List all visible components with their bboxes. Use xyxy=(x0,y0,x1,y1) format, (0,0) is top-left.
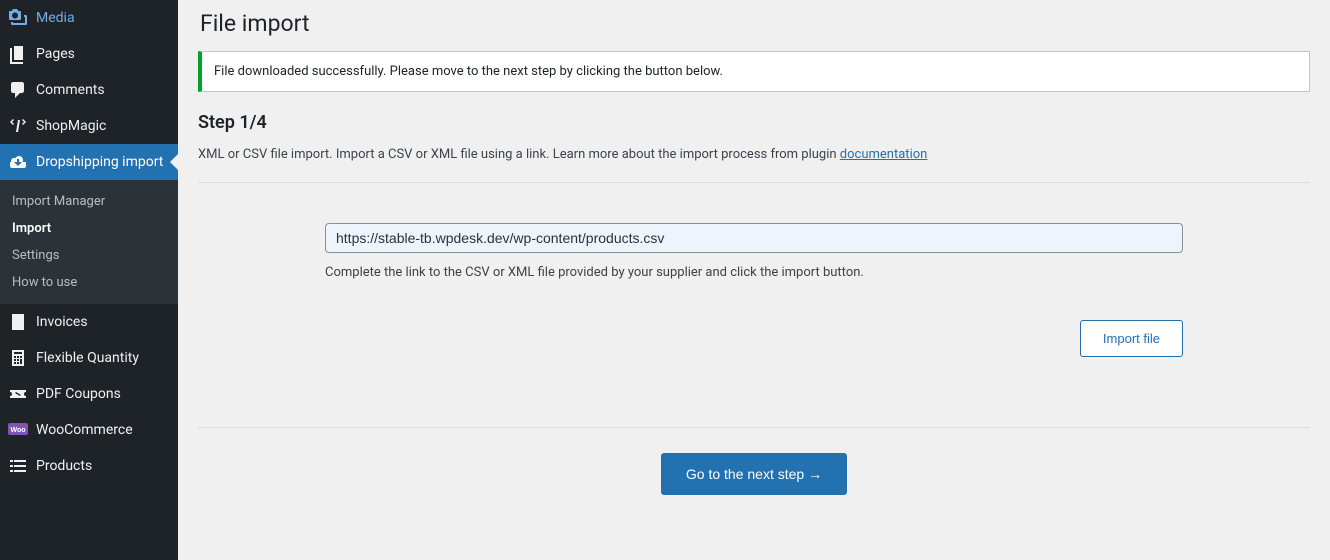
sidebar-item-woocommerce[interactable]: Woo WooCommerce xyxy=(0,412,178,448)
step-heading: Step 1/4 xyxy=(198,112,1310,133)
sidebar-item-label: PDF Coupons xyxy=(36,386,121,402)
sidebar-item-pages[interactable]: Pages xyxy=(0,36,178,72)
comments-icon xyxy=(8,80,28,100)
description-text: XML or CSV file import. Import a CSV or … xyxy=(198,147,840,162)
sidebar-item-label: ShopMagic xyxy=(36,118,106,134)
divider xyxy=(198,182,1310,183)
center-row: Go to the next step → xyxy=(198,453,1310,495)
pages-icon xyxy=(8,44,28,64)
sidebar-item-products[interactable]: Products xyxy=(0,448,178,484)
divider xyxy=(198,427,1310,428)
sidebar-item-label: Products xyxy=(36,458,92,474)
sidebar-item-label: WooCommerce xyxy=(36,422,133,438)
products-icon xyxy=(8,456,28,476)
sidebar-item-comments[interactable]: Comments xyxy=(0,72,178,108)
documentation-link[interactable]: documentation xyxy=(840,147,928,162)
sidebar-item-invoices[interactable]: Invoices xyxy=(0,304,178,340)
media-icon xyxy=(8,8,28,28)
description: XML or CSV file import. Import a CSV or … xyxy=(198,147,1310,182)
sidebar-item-pdf-coupons[interactable]: PDF Coupons xyxy=(0,376,178,412)
sidebar-item-dropshipping[interactable]: Dropshipping import xyxy=(0,144,178,180)
sidebar-item-media[interactable]: Media xyxy=(0,0,178,36)
sidebar-item-shopmagic[interactable]: ShopMagic xyxy=(0,108,178,144)
sidebar-submenu: Import Manager Import Settings How to us… xyxy=(0,180,178,304)
sidebar-item-label: Dropshipping import xyxy=(36,153,163,171)
submenu-import[interactable]: Import xyxy=(0,215,178,242)
url-input[interactable] xyxy=(325,223,1183,253)
sidebar-item-flexible-quantity[interactable]: Flexible Quantity xyxy=(0,340,178,376)
calculator-icon xyxy=(8,348,28,368)
button-row: Import file xyxy=(325,320,1183,387)
import-file-button[interactable]: Import file xyxy=(1080,320,1183,357)
sidebar-item-label: Invoices xyxy=(36,314,88,330)
shopmagic-icon xyxy=(8,116,28,136)
woocommerce-icon: Woo xyxy=(8,420,28,440)
sidebar-item-label: Comments xyxy=(36,82,105,98)
page-title: File import xyxy=(200,10,1310,37)
invoices-icon xyxy=(8,312,28,332)
next-step-button[interactable]: Go to the next step → xyxy=(661,453,847,495)
svg-text:Woo: Woo xyxy=(10,427,25,434)
sidebar-item-label: Flexible Quantity xyxy=(36,350,139,366)
sidebar-item-label: Pages xyxy=(36,46,75,62)
download-icon xyxy=(8,152,28,172)
admin-sidebar: Media Pages Comments ShopMagic Dropshipp… xyxy=(0,0,178,560)
form-area: Complete the link to the CSV or XML file… xyxy=(325,223,1183,387)
submenu-settings[interactable]: Settings xyxy=(0,242,178,269)
sidebar-item-label: Media xyxy=(36,10,75,26)
success-notice: File downloaded successfully. Please mov… xyxy=(198,51,1310,92)
coupon-icon xyxy=(8,384,28,404)
help-text: Complete the link to the CSV or XML file… xyxy=(325,265,1183,280)
submenu-import-manager[interactable]: Import Manager xyxy=(0,188,178,215)
submenu-how-to-use[interactable]: How to use xyxy=(0,269,178,296)
main-content: File import File downloaded successfully… xyxy=(178,0,1330,560)
